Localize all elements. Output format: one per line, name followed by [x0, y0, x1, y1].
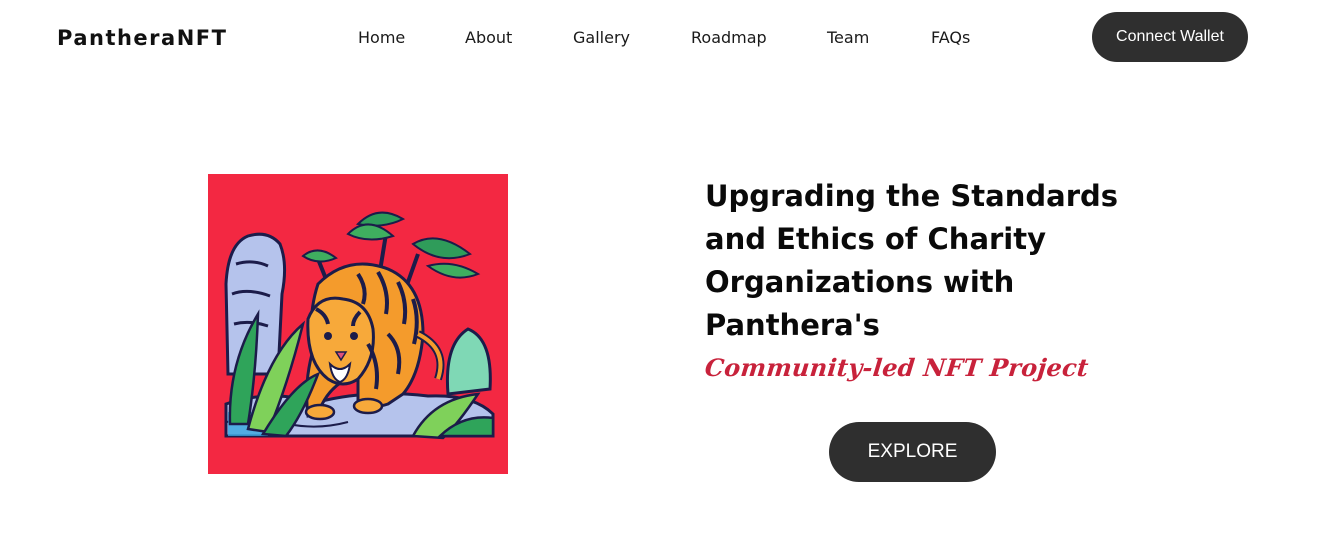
connect-wallet-button[interactable]: Connect Wallet — [1092, 12, 1248, 62]
nav-item-faqs[interactable]: FAQs — [931, 27, 970, 49]
brand-logo[interactable]: PantheraNFT — [57, 25, 227, 51]
tiger-illustration — [208, 174, 508, 474]
explore-button[interactable]: EXPLORE — [829, 422, 996, 482]
nav-item-roadmap[interactable]: Roadmap — [691, 27, 767, 49]
hero-tagline: Community-led NFT Project — [703, 353, 1091, 382]
nav-item-team[interactable]: Team — [827, 27, 869, 49]
nav-item-gallery[interactable]: Gallery — [573, 27, 630, 49]
nav-item-home[interactable]: Home — [358, 27, 405, 49]
nav-item-about[interactable]: About — [465, 27, 512, 49]
hero-headline: Upgrading the Standards and Ethics of Ch… — [705, 179, 1119, 342]
hero-tiger-artwork — [208, 174, 508, 474]
